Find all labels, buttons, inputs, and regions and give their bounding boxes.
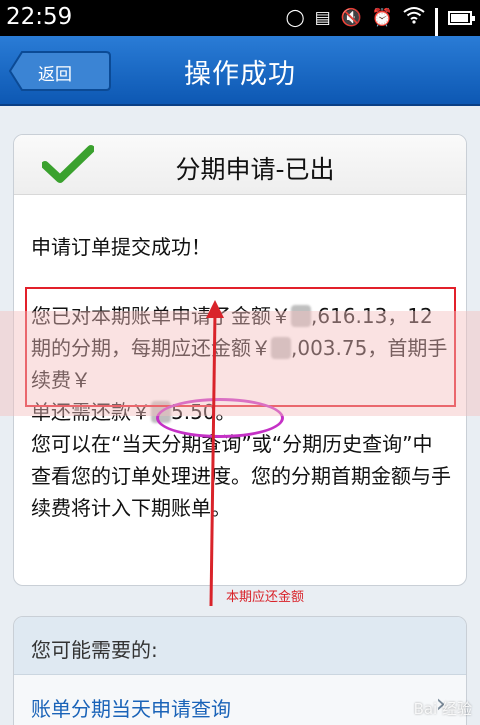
- status-icons: ◯ ▤ 🔇 ⏰: [285, 6, 475, 52]
- installment-query-link[interactable]: 账单分期当天申请查询: [31, 693, 231, 722]
- arrow-icon: [206, 300, 224, 607]
- suggest-title: 您可能需要的:: [31, 638, 158, 662]
- suggest-card-header: 您可能需要的:: [14, 617, 466, 675]
- result-card-title: 分期申请-已出: [175, 155, 335, 184]
- mute-icon: 🔇: [340, 8, 362, 28]
- image-icon: ▤: [314, 8, 331, 28]
- watermark: Bai 经验: [413, 700, 472, 718]
- result-card-header: 分期申请-已出: [14, 135, 466, 195]
- alarm-icon: ⏰: [371, 8, 393, 28]
- title-bar: 返回 操作成功: [0, 36, 480, 106]
- status-time: 22:59: [6, 4, 73, 30]
- success-message: 申请订单提交成功！: [31, 235, 211, 259]
- status-bar: 22:59 ◯ ▤ 🔇 ⏰: [0, 0, 480, 52]
- suggest-card: 您可能需要的: 账单分期当天申请查询 ›: [13, 616, 467, 725]
- battery-icon: [448, 11, 475, 25]
- signal-icon: [435, 8, 438, 52]
- annotation-label: 本期应还金额: [226, 590, 305, 605]
- chat-icon: ◯: [285, 8, 305, 28]
- page-title: 操作成功: [184, 59, 296, 90]
- wifi-icon: [403, 6, 425, 30]
